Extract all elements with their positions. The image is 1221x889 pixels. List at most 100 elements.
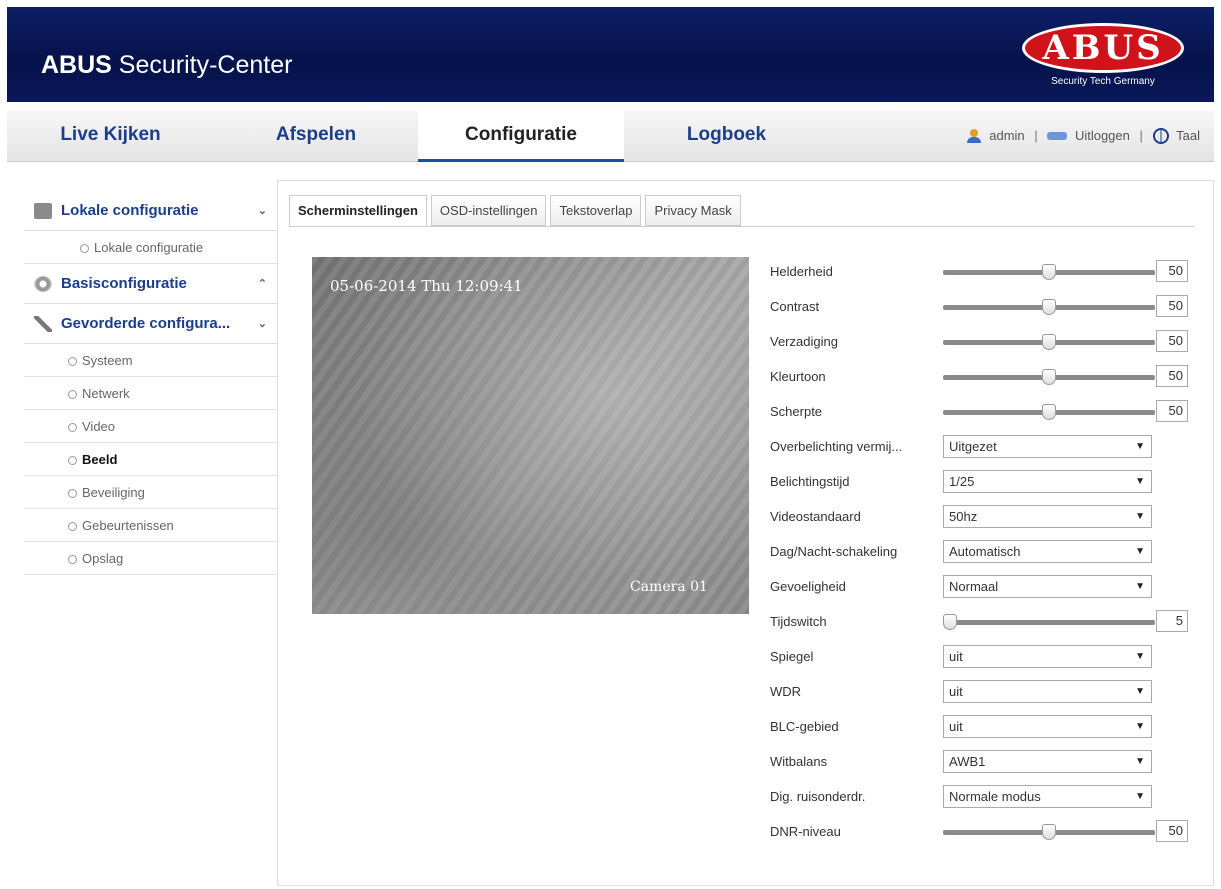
contrast-slider[interactable] [943,299,1155,315]
brightness-slider[interactable] [943,264,1155,280]
time-switch-value[interactable]: 5 [1156,610,1188,632]
brand-title: ABUS Security-Center [41,51,292,80]
sharpness-slider[interactable] [943,404,1155,420]
language-link[interactable]: Taal [1176,111,1200,161]
overexposure-label: Overbelichting vermij... [770,439,903,454]
brightness-value[interactable]: 50 [1156,260,1188,282]
nav-tab-playback[interactable]: Afspelen [214,110,418,162]
wdr-label: WDR [770,684,802,699]
white-balance-select[interactable]: AWB1 ▼ [943,750,1152,773]
saturation-value[interactable]: 50 [1156,330,1188,352]
sidebar-item-events[interactable]: Gebeurtenissen [24,509,277,542]
mirror-row: Spiegel uit ▼ [770,643,1200,673]
mirror-value: uit [949,649,963,664]
day-night-select[interactable]: Automatisch ▼ [943,540,1152,563]
osd-camera-name: Camera 01 [630,579,708,595]
sidebar-section-local-label: Lokale configuratie [61,202,199,219]
dropdown-arrow-icon: ▼ [1135,581,1145,592]
sidebar-item-network[interactable]: Netwerk [24,377,277,410]
dnr-level-value[interactable]: 50 [1156,820,1188,842]
app-header: ABUS Security-Center ABUS Security Tech … [7,7,1214,102]
exposure-time-select[interactable]: 1/25 ▼ [943,470,1152,493]
sidebar-section-local[interactable]: Lokale configuratie ⌄ [24,191,277,231]
logout-icon [1047,131,1068,140]
sidebar-item-video[interactable]: Video [24,410,277,443]
overexposure-select[interactable]: Uitgezet ▼ [943,435,1152,458]
dropdown-arrow-icon: ▼ [1135,441,1145,452]
video-standard-value: 50hz [949,509,978,524]
dnr-label: Dig. ruisonderdr. [770,789,866,804]
dropdown-arrow-icon: ▼ [1135,721,1145,732]
overexposure-row: Overbelichting vermij... Uitgezet ▼ [770,433,1200,463]
blc-area-value: uit [949,719,963,734]
logout-link[interactable]: Uitloggen [1075,111,1130,161]
wdr-value: uit [949,684,963,699]
main-nav: Live Kijken Afspelen Configuratie Logboe… [7,110,1214,162]
hue-row: Kleurtoon 50 [770,363,1200,393]
mirror-label: Spiegel [770,649,814,664]
sidebar-item-local-config[interactable]: Lokale configuratie [24,231,277,264]
hue-slider[interactable] [943,369,1155,385]
day-night-label: Dag/Nacht-schakeling [770,544,898,559]
user-name[interactable]: admin [989,111,1024,161]
dropdown-arrow-icon: ▼ [1135,546,1145,557]
chevron-up-icon[interactable]: ⌃ [258,264,267,304]
sidebar-item-image[interactable]: Beeld [24,443,277,476]
white-balance-value: AWB1 [949,754,986,769]
tab-text-overlay[interactable]: Tekstoverlap [550,195,642,226]
wdr-select[interactable]: uit ▼ [943,680,1152,703]
sidebar-section-advanced-label: Gevorderde configura... [61,315,231,332]
dnr-level-knob[interactable] [1042,824,1056,840]
logo-subtitle: Security Tech Germany [1051,76,1155,87]
white-balance-label: Witbalans [770,754,828,769]
exposure-time-value: 1/25 [949,474,975,489]
saturation-label: Verzadiging [770,334,838,349]
hue-knob[interactable] [1042,369,1056,385]
sidebar-section-basic[interactable]: Basisconfiguratie ⌃ [24,264,277,304]
mirror-select[interactable]: uit ▼ [943,645,1152,668]
logo-text: ABUS [1022,23,1184,73]
video-standard-select[interactable]: 50hz ▼ [943,505,1152,528]
nav-tab-configuration[interactable]: Configuratie [418,110,624,162]
sidebar-item-system[interactable]: Systeem [24,344,277,377]
dropdown-arrow-icon: ▼ [1135,756,1145,767]
dropdown-arrow-icon: ▼ [1135,791,1145,802]
dnr-select[interactable]: Normale modus ▼ [943,785,1152,808]
tab-display-settings[interactable]: Scherminstellingen [289,195,427,227]
wdr-row: WDR uit ▼ [770,678,1200,708]
contrast-value[interactable]: 50 [1156,295,1188,317]
dropdown-arrow-icon: ▼ [1135,511,1145,522]
tab-osd-settings[interactable]: OSD-instellingen [430,195,547,226]
video-standard-label: Videostandaard [770,509,861,524]
hue-value[interactable]: 50 [1156,365,1188,387]
chevron-down-icon[interactable]: ⌄ [258,191,267,231]
contrast-knob[interactable] [1042,299,1056,315]
tab-privacy-mask[interactable]: Privacy Mask [645,195,741,226]
saturation-knob[interactable] [1042,334,1056,350]
globe-icon [1152,127,1169,144]
monitor-icon [34,203,52,219]
sidebar-section-advanced[interactable]: Gevorderde configura... ⌄ [24,304,277,344]
chevron-down-icon[interactable]: ⌄ [258,304,267,344]
sharpness-knob[interactable] [1042,404,1056,420]
nav-tab-log[interactable]: Logboek [624,110,829,162]
sensitivity-select[interactable]: Normaal ▼ [943,575,1152,598]
time-switch-knob[interactable] [943,614,957,630]
nav-tab-live[interactable]: Live Kijken [7,110,214,162]
sidebar-item-storage[interactable]: Opslag [24,542,277,575]
sub-tabs: Scherminstellingen OSD-instellingen Teks… [289,195,745,227]
sharpness-value[interactable]: 50 [1156,400,1188,422]
dnr-level-slider[interactable] [943,824,1155,840]
gear-icon [34,276,52,292]
day-night-value: Automatisch [949,544,1021,559]
time-switch-label: Tijdswitch [770,614,827,629]
content-panel: Scherminstellingen OSD-instellingen Teks… [277,180,1214,886]
exposure-time-label: Belichtingstijd [770,474,850,489]
blc-area-label: BLC-gebied [770,719,839,734]
brightness-knob[interactable] [1042,264,1056,280]
sidebar-item-security[interactable]: Beveiliging [24,476,277,509]
blc-area-select[interactable]: uit ▼ [943,715,1152,738]
saturation-slider[interactable] [943,334,1155,350]
dnr-level-row: DNR-niveau 50 [770,818,1200,848]
time-switch-slider[interactable] [943,614,1155,630]
